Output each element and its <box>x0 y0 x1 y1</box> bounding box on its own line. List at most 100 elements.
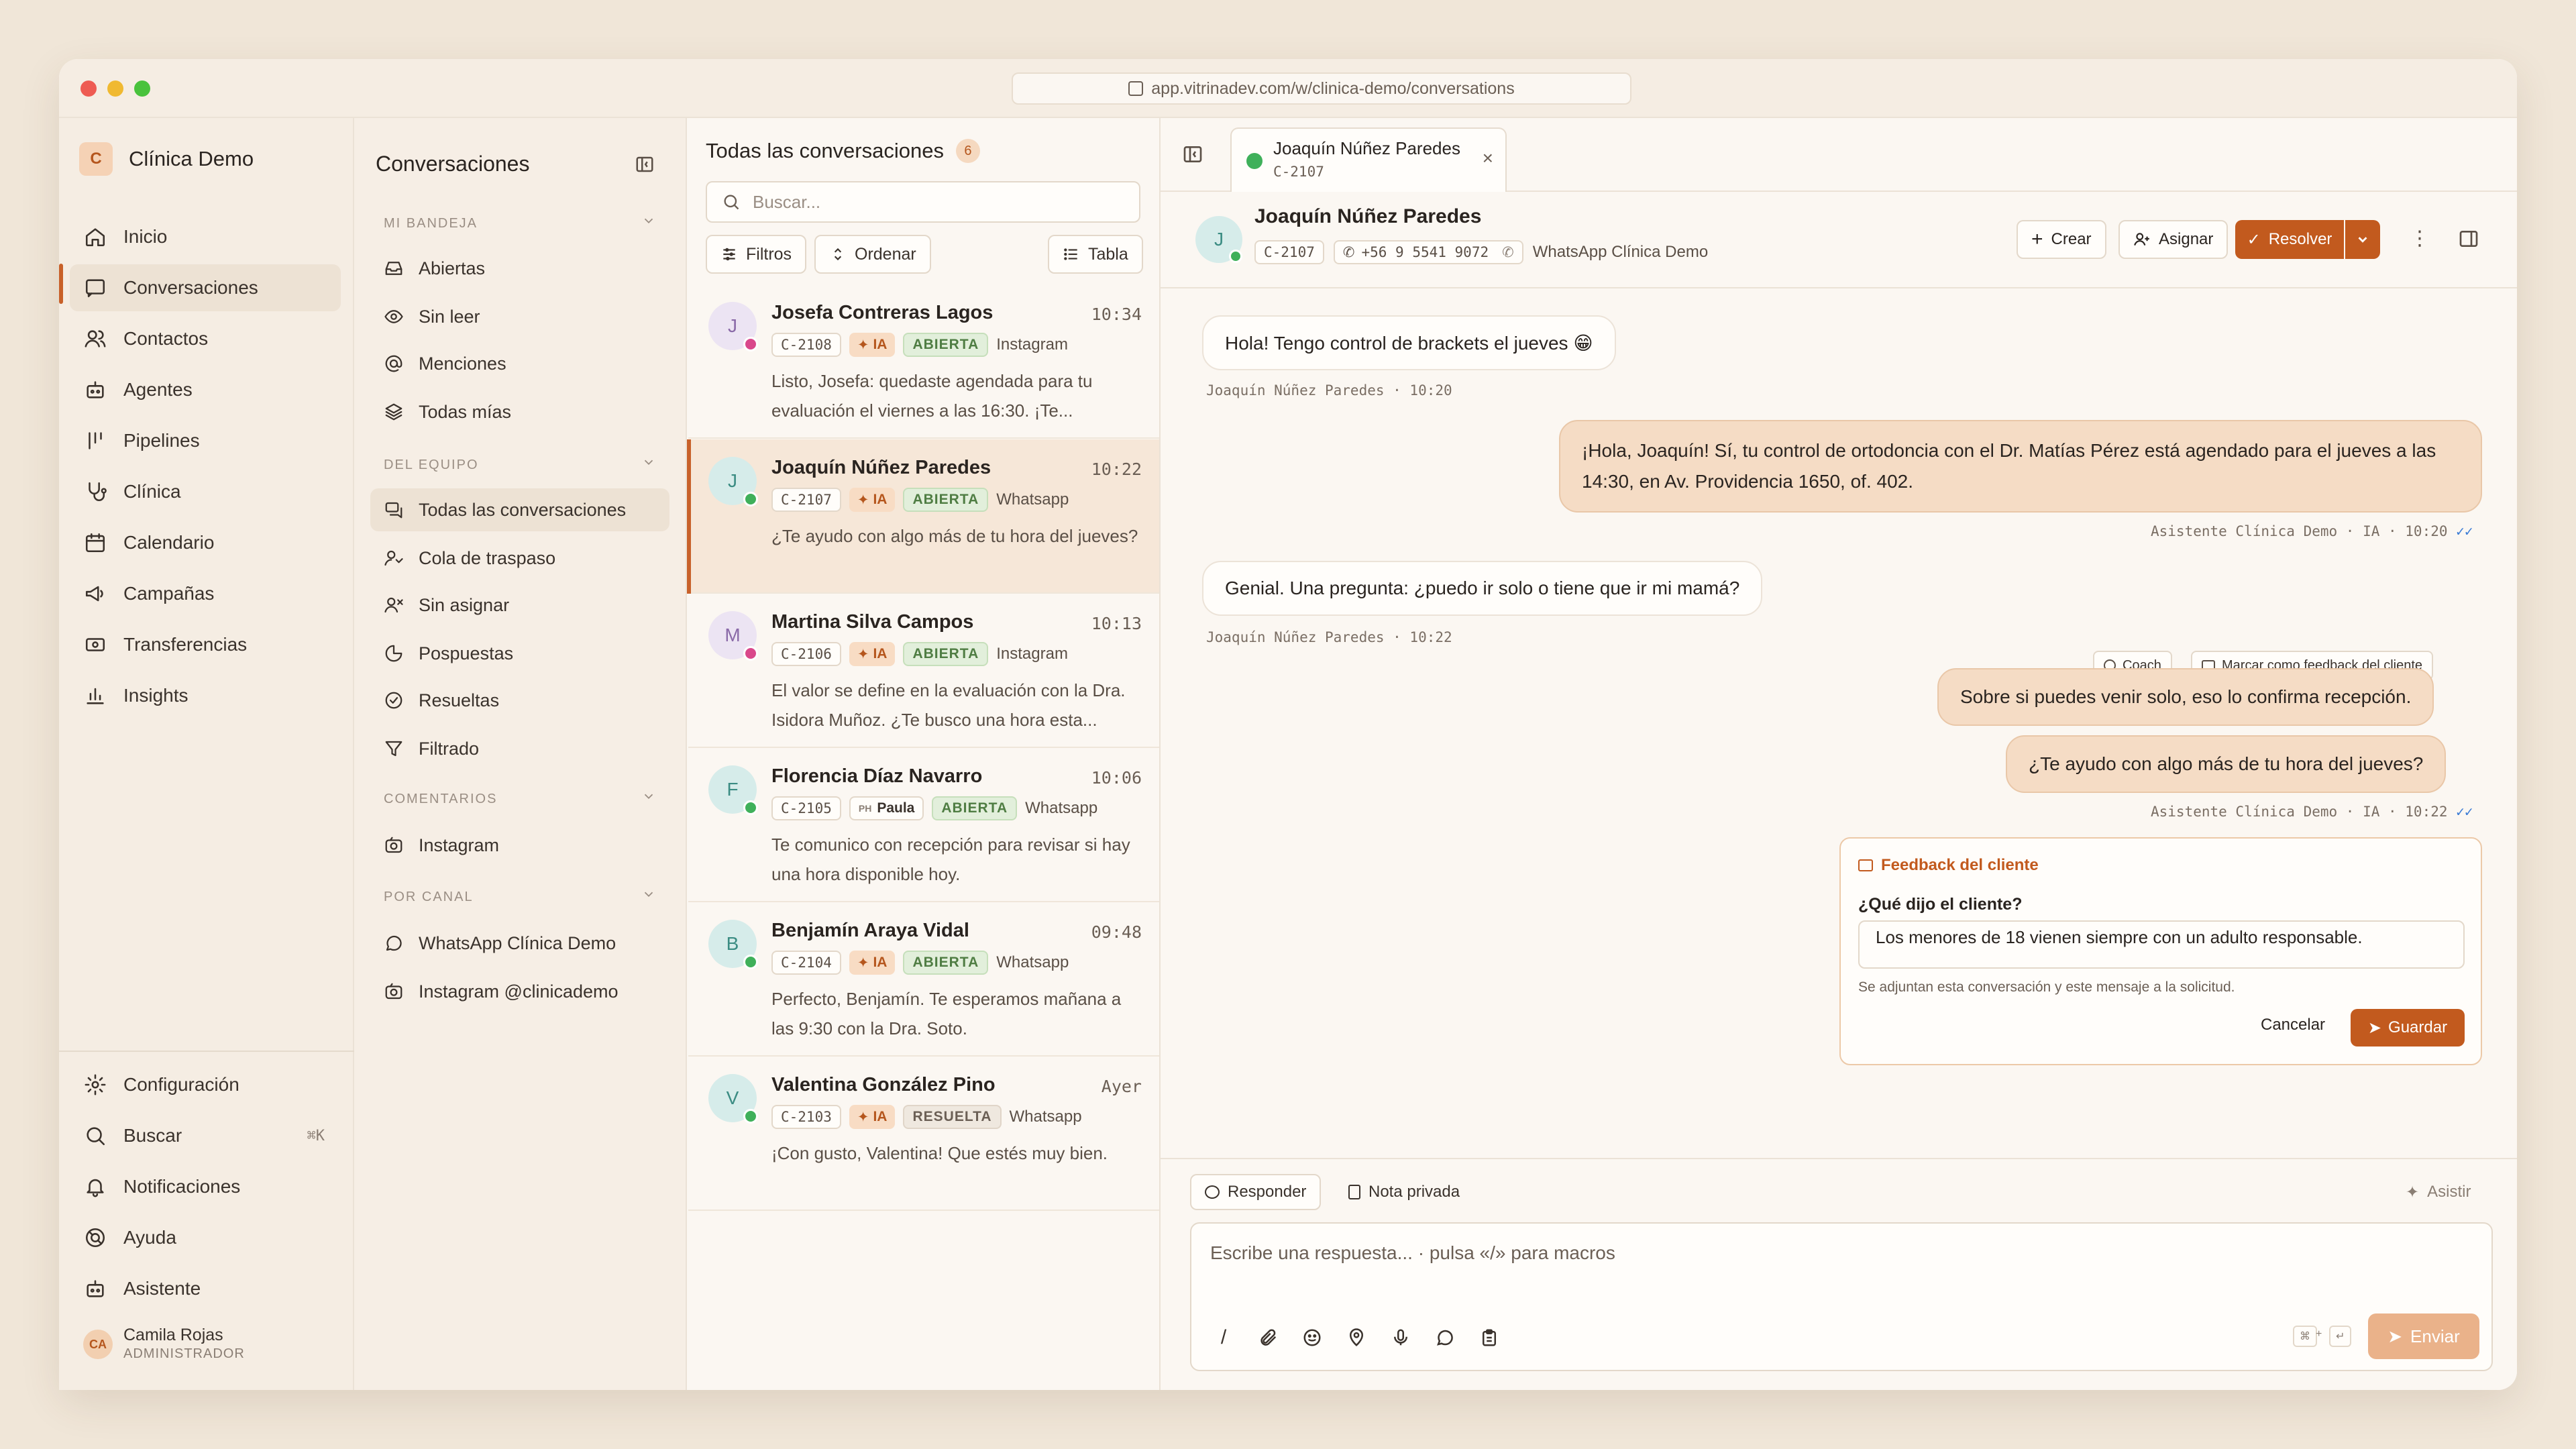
reply-tab[interactable]: Responder <box>1190 1174 1322 1210</box>
sidebar-item-notificaciones[interactable]: Notificaciones <box>70 1163 341 1210</box>
conversation-item[interactable]: M Martina Silva Campos 10:13 C-2106 ✦ IA ABIER… <box>688 594 1159 748</box>
details-panel-icon[interactable] <box>2458 228 2479 253</box>
sort-button[interactable]: Ordenar <box>814 235 931 274</box>
send-button[interactable]: ➤ Enviar <box>2368 1313 2479 1359</box>
inbox-item-label: Todas mías <box>419 401 512 422</box>
inbox-item-label: Cola de traspaso <box>419 547 556 568</box>
sidebar-item-transferencias[interactable]: Transferencias <box>70 621 341 668</box>
inbox-item-instagram[interactable]: Instagram <box>370 824 669 867</box>
conversation-item[interactable]: J Josefa Contreras Lagos 10:34 C-2108 ✦ IA ABI… <box>688 284 1159 439</box>
conversation-item[interactable]: J Joaquín Núñez Paredes 10:22 C-2107 ✦ IA ABIE… <box>688 439 1159 594</box>
sidebar-item-conversaciones[interactable]: Conversaciones <box>70 264 341 311</box>
sidebar-item-insights[interactable]: Insights <box>70 672 341 719</box>
inbox-item-todas-m-as[interactable]: Todas mías <box>370 390 669 433</box>
sidebar-item-inicio[interactable]: Inicio <box>70 213 341 260</box>
attachment-icon[interactable] <box>1254 1324 1281 1351</box>
phone-chip[interactable]: ✆ +56 9 5541 9072 ✆ <box>1333 240 1523 264</box>
slash-command-icon[interactable]: / <box>1210 1324 1237 1351</box>
conversation-name: Martina Silva Campos <box>771 611 974 633</box>
inbox-item-instagram-clinicademo[interactable]: Instagram @clinicademo <box>370 970 669 1013</box>
sidebar-item-pipelines[interactable]: Pipelines <box>70 417 341 464</box>
inbox-item-cola-de-traspaso[interactable]: Cola de traspaso <box>370 537 669 580</box>
whatsapp-template-icon[interactable] <box>1432 1324 1458 1351</box>
message-meta: Asistente Clínica Demo · IA · 10:22 ✓✓ <box>2151 804 2473 820</box>
conversation-item[interactable]: B Benjamín Araya Vidal 09:48 C-2104 ✦ IA ABIER… <box>688 902 1159 1057</box>
table-view-label: Tabla <box>1088 244 1128 264</box>
feedback-note: Se adjuntan esta conversación y este men… <box>1858 979 2235 995</box>
inbox-item-sin-leer[interactable]: Sin leer <box>370 295 669 338</box>
sparkle-icon: ✦ <box>857 646 869 662</box>
inbox-item-label: Resueltas <box>419 690 500 710</box>
sidebar-item-agentes[interactable]: Agentes <box>70 366 341 413</box>
chevron-down-icon[interactable] <box>641 887 656 905</box>
chevron-down-icon[interactable] <box>641 789 656 807</box>
sidebar-item-campa-as[interactable]: Campañas <box>70 570 341 617</box>
bell-icon <box>83 1175 107 1199</box>
conversation-channel: Whatsapp <box>996 953 1069 971</box>
camera-icon <box>384 981 404 1002</box>
create-button[interactable]: + Crear <box>2017 220 2106 259</box>
sidebar-item-calendario[interactable]: Calendario <box>70 519 341 566</box>
close-tab-icon[interactable]: × <box>1483 148 1493 169</box>
conversation-item[interactable]: F Florencia Díaz Navarro 10:06 C-2105 PH Paul… <box>688 748 1159 902</box>
emoji-icon[interactable] <box>1299 1324 1326 1351</box>
toggle-sidebar-icon[interactable] <box>1182 144 1203 168</box>
inbox-item-sin-asignar[interactable]: Sin asignar <box>370 584 669 627</box>
call-icon[interactable]: ✆ <box>1502 244 1514 261</box>
conversation-item[interactable]: V Valentina González Pino Ayer C-2103 ✦ IA RES… <box>688 1057 1159 1211</box>
feedback-textarea[interactable]: Los menores de 18 vienen siempre con un … <box>1858 920 2465 969</box>
sidebar-item-label: Inicio <box>123 226 168 247</box>
inbox-item-menciones[interactable]: Menciones <box>370 342 669 385</box>
whatsapp-icon <box>384 933 404 953</box>
sidebar-item-contactos[interactable]: Contactos <box>70 315 341 362</box>
close-window-icon[interactable] <box>80 80 97 97</box>
calendar-icon <box>83 531 107 555</box>
resolve-dropdown-button[interactable] <box>2345 220 2380 259</box>
private-note-tab[interactable]: Nota privada <box>1335 1174 1473 1210</box>
avatar: CA <box>83 1330 113 1359</box>
sidebar-item-buscar[interactable]: Buscar ⌘K <box>70 1112 341 1159</box>
user-profile[interactable]: CA Camila Rojas ADMINISTRADOR <box>83 1327 245 1362</box>
table-view-button[interactable]: Tabla <box>1048 235 1143 274</box>
chevron-down-icon[interactable] <box>641 455 656 473</box>
conversation-tab[interactable]: Joaquín Núñez Paredes C-2107 × <box>1230 127 1507 192</box>
assistant-icon <box>83 1277 107 1301</box>
message-outgoing: Sobre si puedes venir solo, eso lo confi… <box>1937 668 2434 726</box>
resolve-button[interactable]: ✓ Resolver <box>2235 220 2344 259</box>
sidebar-divider <box>59 1051 354 1052</box>
search-input[interactable]: Buscar... <box>706 181 1140 223</box>
cancel-button[interactable]: Cancelar <box>2261 1016 2325 1034</box>
inbox-item-whatsapp-cl-nica-demo[interactable]: WhatsApp Clínica Demo <box>370 922 669 965</box>
maximize-window-icon[interactable] <box>134 80 150 97</box>
sidebar-item-cl-nica[interactable]: Clínica <box>70 468 341 515</box>
address-bar[interactable]: app.vitrinadev.com/w/clinica-demo/conver… <box>1012 72 1631 105</box>
microphone-icon[interactable] <box>1387 1324 1414 1351</box>
user-role: ADMINISTRADOR <box>123 1346 245 1361</box>
inbox-item-pospuestas[interactable]: Pospuestas <box>370 632 669 675</box>
chevron-down-icon[interactable] <box>641 213 656 231</box>
assist-button[interactable]: ✦ Asistir <box>2392 1174 2484 1210</box>
assign-button[interactable]: Asignar <box>2118 220 2229 259</box>
site-icon <box>1128 81 1144 96</box>
reply-tab-label: Responder <box>1228 1183 1307 1201</box>
inbox-item-filtrado[interactable]: Filtrado <box>370 727 669 770</box>
tab-conversation-id: C-2107 <box>1273 164 1324 180</box>
inbox-item-resueltas[interactable]: Resueltas <box>370 679 669 722</box>
workspace-brand[interactable]: C Clínica Demo <box>79 142 254 176</box>
inbox-item-todas-las-conversaciones[interactable]: Todas las conversaciones <box>370 488 669 531</box>
minimize-window-icon[interactable] <box>107 80 123 97</box>
message-incoming: Genial. Una pregunta: ¿puedo ir solo o t… <box>1202 561 1763 616</box>
sidebar-item-configuraci-n[interactable]: Configuración <box>70 1061 341 1108</box>
sidebar-item-ayuda[interactable]: Ayuda <box>70 1214 341 1261</box>
phone-icon: ✆ <box>1342 244 1355 260</box>
whatsapp-badge-icon <box>1229 250 1242 263</box>
location-icon[interactable] <box>1343 1324 1370 1351</box>
more-options-icon[interactable]: ⋮ <box>2410 227 2430 250</box>
inbox-item-abiertas[interactable]: Abiertas <box>370 247 669 290</box>
sidebar-item-asistente[interactable]: Asistente <box>70 1265 341 1312</box>
save-button[interactable]: ➤ Guardar <box>2351 1009 2465 1046</box>
ai-badge: ✦ IA <box>849 488 896 512</box>
clipboard-icon[interactable] <box>1476 1324 1503 1351</box>
collapse-panel-icon[interactable] <box>635 154 655 178</box>
filters-button[interactable]: Filtros <box>706 235 807 274</box>
